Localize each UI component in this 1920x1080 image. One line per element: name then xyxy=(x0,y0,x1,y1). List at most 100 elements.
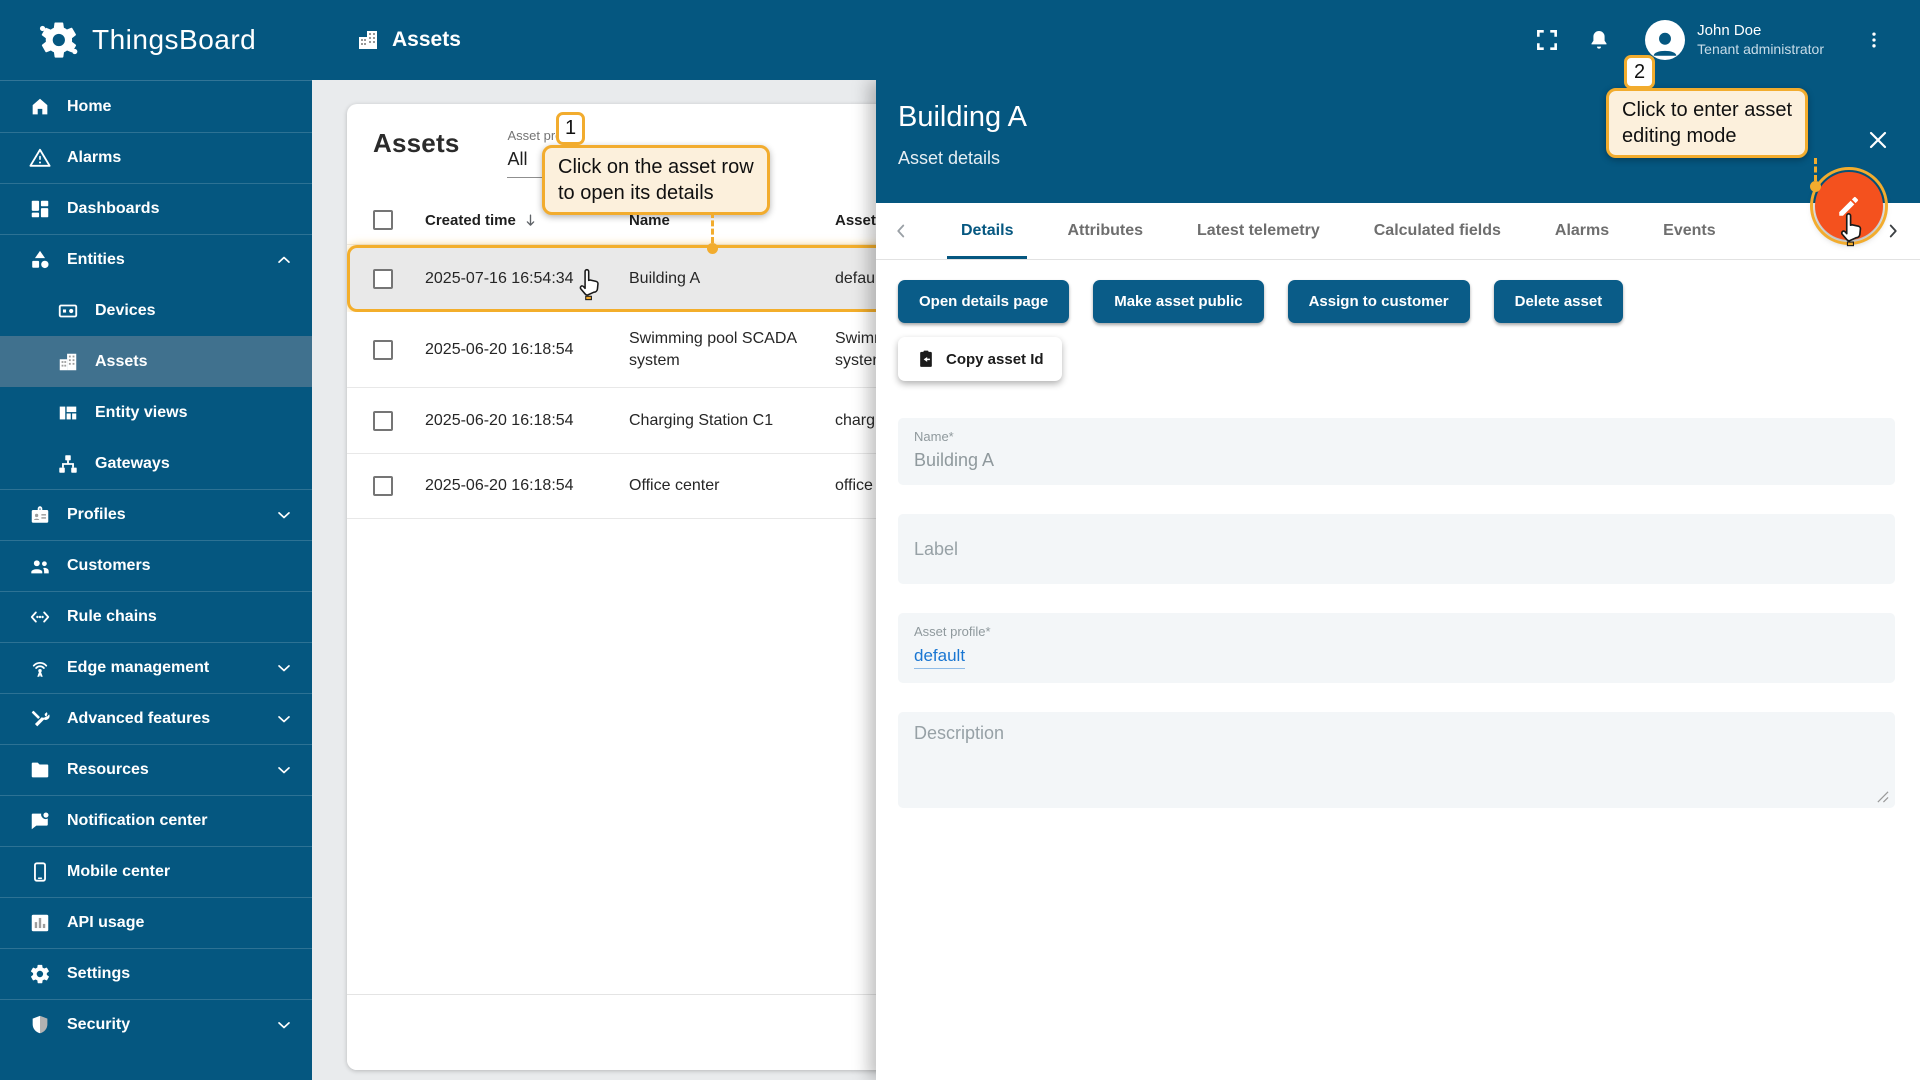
sidebar-item-profiles[interactable]: Profiles xyxy=(0,489,312,540)
rule-chains-icon xyxy=(28,605,52,629)
sidebar-item-label: Rule chains xyxy=(67,608,157,625)
description-field[interactable]: Description xyxy=(898,712,1895,808)
assets-icon xyxy=(56,350,80,374)
tab-details[interactable]: Details xyxy=(947,203,1028,259)
user-name: John Doe xyxy=(1697,21,1762,39)
mobile-center-icon xyxy=(28,860,52,884)
user-info[interactable]: John Doe Tenant administrator xyxy=(1697,22,1824,58)
copy-asset-id-button[interactable]: Copy asset Id xyxy=(898,337,1062,381)
sidebar-item-label: Entity views xyxy=(95,403,188,421)
sidebar-item-edge-management[interactable]: Edge management xyxy=(0,642,312,693)
textarea-resize-handle[interactable] xyxy=(1876,790,1889,803)
asset-profile-field-label: Asset profile* xyxy=(914,624,991,639)
sidebar-item-label: Devices xyxy=(95,301,156,319)
devices-icon xyxy=(56,299,80,323)
tutorial-step-2-bubble: Click to enter asset editing mode xyxy=(1606,88,1809,158)
tab-events[interactable]: Events xyxy=(1649,203,1729,259)
tab-latest-telemetry[interactable]: Latest telemetry xyxy=(1183,203,1334,259)
row-checkbox[interactable] xyxy=(373,476,393,496)
name-field-label: Name* xyxy=(914,429,954,444)
delete-asset-button[interactable]: Delete asset xyxy=(1493,280,1624,323)
sidebar-item-dashboards[interactable]: Dashboards xyxy=(0,183,312,234)
assign-to-customer-button[interactable]: Assign to customer xyxy=(1287,280,1470,323)
chevron-up-icon xyxy=(272,248,296,272)
sort-desc-icon xyxy=(522,212,539,229)
cell-created-time: 2025-06-20 16:18:54 xyxy=(425,411,574,429)
asset-details-panel: Building A Asset details Details Attribut… xyxy=(876,80,1920,1080)
edge-management-icon xyxy=(28,656,52,680)
sidebar-item-label: API usage xyxy=(67,914,145,931)
label-field[interactable]: Label xyxy=(898,514,1895,584)
cell-created-time: 2025-06-20 16:18:54 xyxy=(425,340,574,358)
tab-calculated-fields[interactable]: Calculated fields xyxy=(1360,203,1515,259)
sidebar-item-customers[interactable]: Customers xyxy=(0,540,312,591)
make-asset-public-button[interactable]: Make asset public xyxy=(1093,280,1264,323)
cell-name: Building A xyxy=(629,269,701,287)
sidebar-item-resources[interactable]: Resources xyxy=(0,744,312,795)
details-tab-bar: Details Attributes Latest telemetry Calcula… xyxy=(876,203,1920,260)
sidebar-item-label: Dashboards xyxy=(67,200,160,217)
user-role: Tenant administrator xyxy=(1697,40,1824,57)
thingsboard-logo[interactable]: ThingsBoard xyxy=(0,19,312,61)
chevron-down-icon xyxy=(272,707,296,731)
page-title: Assets xyxy=(356,28,461,52)
sidebar-item-api-usage[interactable]: API usage xyxy=(0,897,312,948)
select-all-checkbox[interactable] xyxy=(373,210,393,230)
tab-attributes[interactable]: Attributes xyxy=(1053,203,1157,259)
open-details-page-button[interactable]: Open details page xyxy=(898,280,1070,323)
row-checkbox[interactable] xyxy=(373,268,393,289)
sidebar-item-home[interactable]: Home xyxy=(0,81,312,132)
sidebar-item-alarms[interactable]: Alarms xyxy=(0,132,312,183)
pencil-icon xyxy=(1836,193,1862,219)
kebab-menu-button[interactable] xyxy=(1854,20,1894,60)
sidebar-item-settings[interactable]: Settings xyxy=(0,948,312,999)
api-usage-icon xyxy=(28,911,52,935)
name-field[interactable]: Name* Building A xyxy=(898,418,1895,485)
tutorial-step-1-dot xyxy=(707,243,718,254)
sidebar-item-entity-views[interactable]: Entity views xyxy=(0,387,312,438)
tabs-scroll-left-icon[interactable] xyxy=(884,214,918,248)
assets-card-title: Assets xyxy=(373,128,460,158)
sidebar-item-label: Security xyxy=(67,1016,131,1033)
sidebar-item-rule-chains[interactable]: Rule chains xyxy=(0,591,312,642)
tutorial-step-1-connector xyxy=(711,212,714,243)
asset-profile-field: Asset profile* default xyxy=(898,613,1895,683)
security-icon xyxy=(28,1013,52,1037)
sidebar-item-security[interactable]: Security xyxy=(0,999,312,1050)
notifications-bell-button[interactable] xyxy=(1579,20,1619,60)
row-checkbox[interactable] xyxy=(373,339,393,360)
close-icon[interactable] xyxy=(1866,128,1890,157)
sidebar-item-assets[interactable]: Assets xyxy=(0,336,312,387)
sidebar-item-label: Alarms xyxy=(67,149,122,166)
tutorial-step-1-badge: 1 xyxy=(556,112,585,145)
sidebar-item-devices[interactable]: Devices xyxy=(0,285,312,336)
sidebar-item-label: Settings xyxy=(67,965,131,982)
sidebar-item-gateways[interactable]: Gateways xyxy=(0,438,312,489)
sidebar-item-label: Advanced features xyxy=(67,710,211,727)
tab-alarms[interactable]: Alarms xyxy=(1541,203,1623,259)
fullscreen-button[interactable] xyxy=(1527,20,1567,60)
chevron-down-icon xyxy=(272,503,296,527)
description-field-placeholder: Description xyxy=(914,723,1005,743)
asset-profile-link[interactable]: default xyxy=(914,646,966,669)
thingsboard-logo-icon xyxy=(38,19,80,61)
user-avatar[interactable] xyxy=(1645,20,1686,60)
sidebar-item-notification-center[interactable]: Notification center xyxy=(0,795,312,846)
tutorial-step-1-bubble: Click on the asset row to open its detai… xyxy=(542,145,770,215)
sidebar-item-advanced-features[interactable]: Advanced features xyxy=(0,693,312,744)
sidebar-item-label: Home xyxy=(67,97,112,115)
gateways-icon xyxy=(56,452,80,476)
page-title-label: Assets xyxy=(392,28,461,51)
settings-icon xyxy=(28,962,52,986)
sidebar-item-mobile-center[interactable]: Mobile center xyxy=(0,846,312,897)
sidebar-item-label: Edge management xyxy=(67,659,210,676)
notification-center-icon xyxy=(28,809,52,833)
tabs-scroll-right-icon[interactable] xyxy=(1876,214,1910,248)
entities-icon xyxy=(28,248,52,272)
row-checkbox[interactable] xyxy=(373,410,393,431)
sidebar-item-entities[interactable]: Entities xyxy=(0,234,312,285)
cell-created-time: 2025-07-16 16:54:34 xyxy=(425,269,574,287)
chevron-down-icon xyxy=(272,656,296,680)
cell-created-time: 2025-06-20 16:18:54 xyxy=(425,477,574,495)
edit-asset-fab-button[interactable] xyxy=(1810,167,1888,245)
